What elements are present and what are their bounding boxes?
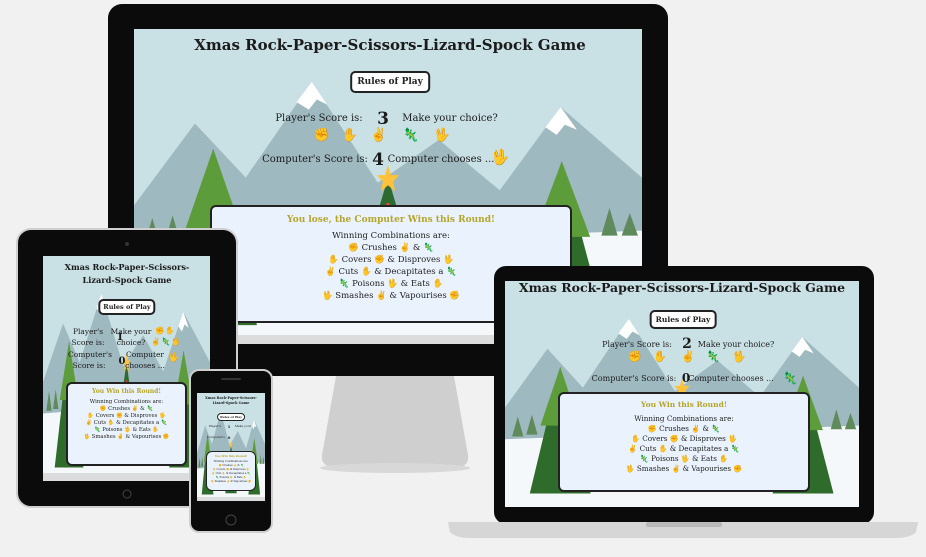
computer-chooses-label: Computer chooses ... (387, 154, 495, 165)
combo-lizard: 🦎 Poisons 🖖 & Eats ✋ (215, 476, 247, 479)
lizard-choice-icon[interactable]: 🦎 (706, 351, 720, 362)
page-title-line-2: Lizard-Spock Game (212, 401, 250, 405)
computer-choice-icon: 🖖 (490, 148, 510, 166)
combo-paper: ✋ Covers ✊ & Disproves 🖖 (87, 413, 166, 419)
computer-chooses-label: Computer chooses ... (688, 374, 774, 383)
combo-lizard: 🦎 Poisons 🖖 & Eats ✋ (93, 427, 160, 433)
page-title: Xmas Rock-Paper-Scissors-Lizard-Spock Ga… (194, 36, 586, 54)
combo-lizard: 🦎 Poisons 🖖 & Eats ✋ (639, 454, 729, 463)
player-label: Player's (208, 424, 222, 428)
scissors-choice-icon[interactable]: ✌ (371, 129, 387, 142)
combo-scissors: ✌ Cuts ✋ & Decapitates a 🦎 (85, 420, 168, 426)
choice-label: choice? (116, 338, 146, 347)
combo-paper: ✋ Covers ✊ & Disproves 🖖 (630, 434, 738, 443)
result-panel: You Win this Round! Winning Combinations… (206, 451, 256, 491)
computer-label: Computer's (68, 350, 112, 359)
scissors-choice-icon[interactable]: ✌ (681, 351, 695, 362)
paper-choice-icon[interactable]: ✋ (653, 351, 667, 362)
computer-score-label: Computer's Score is: (262, 154, 368, 165)
computer-choice-icon: 🦎 (782, 371, 798, 385)
round-result-text: You Win this Round! (92, 388, 161, 395)
rules-of-play-button[interactable]: Rules of Play (649, 310, 717, 329)
rules-of-play-button[interactable]: Rules of Play (217, 413, 245, 421)
round-result-text: You Win this Round! (214, 454, 248, 458)
result-panel: You Win this Round! Winning Combinations… (66, 382, 187, 466)
laptop-screen: Xmas Rock-Paper-Scissors-Lizard-Spock Ga… (505, 281, 859, 507)
round-result-text: You Win this Round! (640, 400, 728, 409)
make-your-label: Make your (110, 327, 152, 336)
paper-choice-icon[interactable]: ✋ (165, 327, 174, 335)
scissors-choice-icon[interactable]: ✌ (151, 338, 160, 346)
combos-heading: Winning Combinations are: (213, 460, 249, 463)
combo-scissors: ✌ Cuts ✋ & Decapitates a 🦎 (211, 472, 251, 475)
player-score-is-label: Score is: (71, 338, 105, 347)
combo-rock: ✊ Crushes ✌ & 🦎 (218, 464, 244, 467)
combos-heading: Winning Combinations are: (332, 231, 450, 241)
computer-choice-icon: 🖖 (168, 353, 180, 363)
lizard-choice-icon[interactable]: 🦎 (161, 338, 170, 346)
player-score-value: 3 (377, 109, 389, 129)
paper-choice-icon[interactable]: ✋ (342, 129, 358, 142)
computer-label: Computer's (207, 435, 225, 439)
player-score-label: Player's Score is: (602, 340, 672, 349)
computer-score-value: 0 (227, 435, 231, 440)
combos-heading: Winning Combinations are: (634, 414, 734, 423)
combo-rock: ✊ Crushes ✌ & 🦎 (647, 424, 721, 433)
round-result-text: You lose, the Computer Wins this Round! (287, 215, 495, 225)
rules-of-play-button[interactable]: Rules of Play (350, 71, 430, 93)
combo-spock: 🖖 Smashes ✌ & Vapourises ✊ (210, 480, 252, 483)
rock-choice-icon[interactable]: ✊ (628, 351, 642, 362)
rules-of-play-button[interactable]: Rules of Play (98, 299, 156, 315)
combo-spock: 🖖 Smashes ✌ & Vapourises ✊ (83, 434, 170, 440)
combo-rock: ✊ Crushes ✌ & 🦎 (348, 243, 434, 253)
combo-scissors: ✌ Cuts ✋ & Decapitates a 🦎 (628, 444, 740, 453)
page-title-line-2: Lizard-Spock Game (82, 275, 172, 285)
make-choice-label: Make your choice? (697, 340, 775, 349)
phone-screen: Xmas Rock-Paper-Scissors- Lizard-Spock G… (197, 393, 265, 501)
page-title-line-1: Xmas Rock-Paper-Scissors- (205, 396, 257, 400)
combo-spock: 🖖 Smashes ✌ & Vapourises ✊ (625, 464, 743, 473)
page-title: Xmas Rock-Paper-Scissors-Lizard-Spock Ga… (518, 281, 846, 295)
computer-chooses-label-1: Computer (125, 350, 165, 359)
make-choice-label: Make your choice? (402, 113, 498, 124)
computer-score-is-label: Score is: (72, 361, 106, 370)
combo-paper: ✋ Covers ✊ & Disproves 🖖 (212, 468, 250, 471)
rock-choice-icon[interactable]: ✊ (314, 129, 330, 142)
player-label: Player's (72, 327, 104, 336)
tablet-audio-player[interactable] (43, 473, 210, 481)
spock-choice-icon[interactable]: 🖖 (171, 338, 180, 346)
combos-heading: Winning Combinations are: (89, 399, 164, 405)
spock-choice-icon[interactable]: 🖖 (732, 351, 746, 362)
computer-score-value: 4 (372, 150, 384, 170)
combo-rock: ✊ Crushes ✌ & 🦎 (99, 406, 154, 412)
phone-audio-player[interactable] (197, 497, 265, 501)
computer-chooses-label-2: chooses ... (125, 361, 165, 370)
page-title-line-1: Xmas Rock-Paper-Scissors- (64, 262, 190, 272)
computer-score-label: Computer's Score is: (591, 374, 677, 383)
tablet-screen: Xmas Rock-Paper-Scissors- Lizard-Spock G… (43, 256, 210, 481)
make-your-label: Make your (234, 424, 252, 428)
rock-choice-icon[interactable]: ✊ (155, 327, 164, 335)
lizard-choice-icon[interactable]: 🦎 (403, 129, 419, 142)
player-score-value: 1 (227, 424, 231, 429)
player-score-label: Player's Score is: (275, 113, 363, 124)
result-panel: You Win this Round! Winning Combinations… (558, 392, 810, 492)
spock-choice-icon[interactable]: 🖖 (434, 129, 450, 142)
